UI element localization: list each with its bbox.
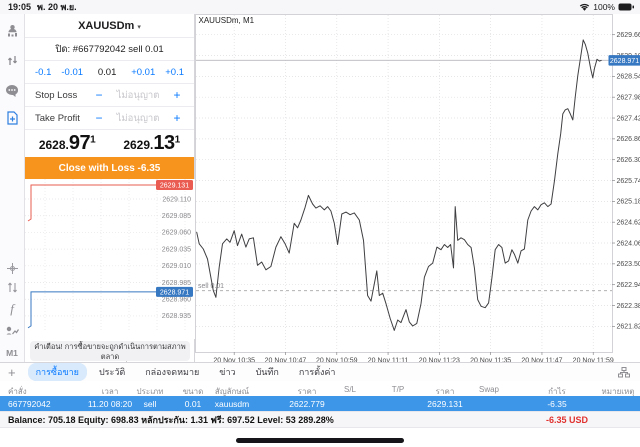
balance-summary: Balance: 705.18 Equity: 698.83 หลักประกั… (8, 414, 334, 425)
position-close-info: ปิด: #667792042 sell 0.01 (25, 38, 194, 61)
stop-loss-minus-button[interactable]: − (92, 88, 106, 102)
positions-table-header: คำสั่ง เวลา ประเภท ขนาด สัญลักษณ์ ราคา S/L T/P ร… (0, 381, 640, 396)
metatrader-app: 19:05 พ. 20 พ.ย. 100% f M1 XAUUSDm ▾ ปิด… (0, 0, 640, 447)
new-order-icon[interactable] (4, 110, 20, 126)
take-profit-minus-button[interactable]: − (92, 111, 106, 125)
crosshair-icon[interactable] (4, 260, 20, 276)
tick-mini-chart[interactable]: 2629.110 2629.085 2629.060 2629.035 2629.010… (25, 179, 195, 339)
timeframe-m1-button[interactable]: M1 (4, 345, 20, 361)
row-cell: xauusdm (214, 399, 250, 409)
chat-icon[interactable] (4, 82, 20, 98)
svg-text:2629.035: 2629.035 (162, 246, 191, 253)
svg-text:2626.860: 2626.860 (617, 136, 640, 143)
svg-text:XAUUSDm, M1: XAUUSDm, M1 (199, 16, 255, 25)
tab-1[interactable]: ประวัติ (91, 363, 133, 381)
svg-text:2625.740: 2625.740 (617, 178, 640, 185)
take-profit-label: Take Profit (35, 112, 80, 124)
column-header: Swap (478, 385, 500, 394)
volume-inc-small-button[interactable]: +0.01 (131, 67, 155, 78)
svg-text:2628.960: 2628.960 (162, 297, 191, 304)
volume-inc-large-button[interactable]: +0.1 (165, 67, 184, 78)
volume-stepper: -0.1 -0.01 0.01 +0.01 +0.1 (25, 61, 194, 84)
column-header: T/P (391, 385, 405, 394)
trade-arrows-icon[interactable] (4, 52, 20, 68)
chevron-down-icon: ▾ (137, 24, 141, 31)
objects-icon[interactable] (4, 323, 20, 339)
add-chart-button[interactable]: + (8, 366, 16, 379)
execution-warning: คำเตือน! การซื้อขายจะถูกดำเนินการตามสภาพ… (30, 341, 190, 371)
svg-text:2627.980: 2627.980 (617, 94, 640, 101)
battery-icon (618, 3, 634, 11)
status-date: พ. 20 พ.ย. (37, 2, 77, 12)
svg-text:2624.620: 2624.620 (617, 219, 640, 226)
row-cell: 11.20 08:20 (87, 399, 133, 409)
svg-text:2629.660: 2629.660 (617, 32, 640, 39)
stop-loss-label: Stop Loss (35, 89, 78, 101)
tab-2[interactable]: กล่องจดหมาย (137, 363, 207, 381)
price-chart[interactable]: sell 0.012629.6602629.1002628.5402627.98… (195, 14, 640, 362)
bid-ask-prices: 2628.971 2629.131 (25, 130, 194, 157)
svg-text:2628.971: 2628.971 (160, 289, 189, 296)
indicators-icon[interactable] (4, 279, 20, 295)
volume-dec-large-button[interactable]: -0.1 (35, 67, 51, 78)
functions-icon[interactable]: f (4, 301, 20, 317)
account-summary: Balance: 705.18 Equity: 698.83 หลักประกั… (0, 411, 640, 428)
svg-text:2629.010: 2629.010 (162, 263, 191, 270)
svg-text:2624.060: 2624.060 (617, 240, 640, 247)
stop-loss-plus-button[interactable]: + (170, 88, 184, 102)
svg-text:2627.420: 2627.420 (617, 115, 640, 122)
take-profit-row: Take Profit − ไม่อนุญาต + (25, 107, 194, 130)
column-header: S/L (343, 385, 357, 394)
svg-text:sell 0.01: sell 0.01 (198, 283, 224, 290)
sort-columns-icon[interactable] (618, 366, 630, 378)
take-profit-plus-button[interactable]: + (170, 111, 184, 125)
stop-loss-row: Stop Loss − ไม่อนุญาต + (25, 84, 194, 107)
bid-price[interactable]: 2628.971 (25, 132, 110, 155)
row-cell: -6.35 (547, 399, 567, 409)
position-row[interactable]: 667792042 11.20 08:20 sell 0.01 xauusdm 2622.… (0, 396, 640, 411)
svg-text:2628.971: 2628.971 (610, 58, 639, 65)
svg-text:2623.500: 2623.500 (617, 261, 640, 268)
svg-text:2629.085: 2629.085 (162, 213, 191, 220)
svg-text:2626.300: 2626.300 (617, 157, 640, 164)
wifi-icon (579, 3, 590, 12)
battery-percent: 100% (593, 2, 615, 12)
symbol-selector[interactable]: XAUUSDm ▾ (25, 14, 194, 38)
clock: 19:05 (8, 2, 32, 12)
svg-text:2625.180: 2625.180 (617, 199, 640, 206)
svg-text:2621.820: 2621.820 (617, 324, 640, 331)
svg-text:2622.940: 2622.940 (617, 282, 640, 289)
ask-price[interactable]: 2629.131 (110, 132, 195, 155)
close-with-loss-button[interactable]: Close with Loss -6.35 (25, 157, 194, 179)
svg-text:2629.131: 2629.131 (160, 183, 189, 190)
close-position-panel: XAUUSDm ▾ ปิด: #667792042 sell 0.01 -0.1… (25, 14, 195, 371)
volume-value[interactable]: 0.01 (98, 67, 117, 78)
trade-panel: + การซื้อขาย ประวัติ กล่องจดหมาย ข่าว บันทึก… (0, 362, 640, 447)
volume-dec-small-button[interactable]: -0.01 (61, 67, 83, 78)
row-cell: sell (143, 399, 157, 409)
tab-0[interactable]: การซื้อขาย (27, 363, 87, 381)
svg-text:2629.110: 2629.110 (162, 196, 191, 203)
tab-4[interactable]: บันทึก (248, 363, 287, 381)
row-cell: 667792042 (8, 399, 51, 409)
tab-5[interactable]: การตั้งค่า (291, 363, 344, 381)
tab-bar: + การซื้อขาย ประวัติ กล่องจดหมาย ข่าว บันทึก… (0, 363, 640, 381)
symbol-name: XAUUSDm (78, 20, 135, 32)
take-profit-field[interactable]: ไม่อนุญาต (106, 111, 170, 126)
left-toolbar: f M1 (0, 14, 25, 362)
tab-3[interactable]: ข่าว (211, 363, 243, 381)
stop-loss-field[interactable]: ไม่อนุญาต (106, 88, 170, 103)
svg-text:2622.380: 2622.380 (617, 303, 640, 310)
home-indicator[interactable] (236, 438, 404, 443)
row-cell: 2622.779 (289, 399, 325, 409)
svg-text:2628.935: 2628.935 (162, 313, 191, 320)
quotes-trader-icon[interactable] (4, 22, 20, 38)
status-bar: 19:05 พ. 20 พ.ย. 100% (0, 0, 640, 14)
row-cell: 0.01 (184, 399, 202, 409)
svg-text:2629.060: 2629.060 (162, 230, 191, 237)
row-cell: 2629.131 (427, 399, 463, 409)
total-profit: -6.35 USD (545, 414, 588, 425)
svg-text:2628.985: 2628.985 (162, 280, 191, 287)
svg-text:2628.540: 2628.540 (617, 74, 640, 81)
